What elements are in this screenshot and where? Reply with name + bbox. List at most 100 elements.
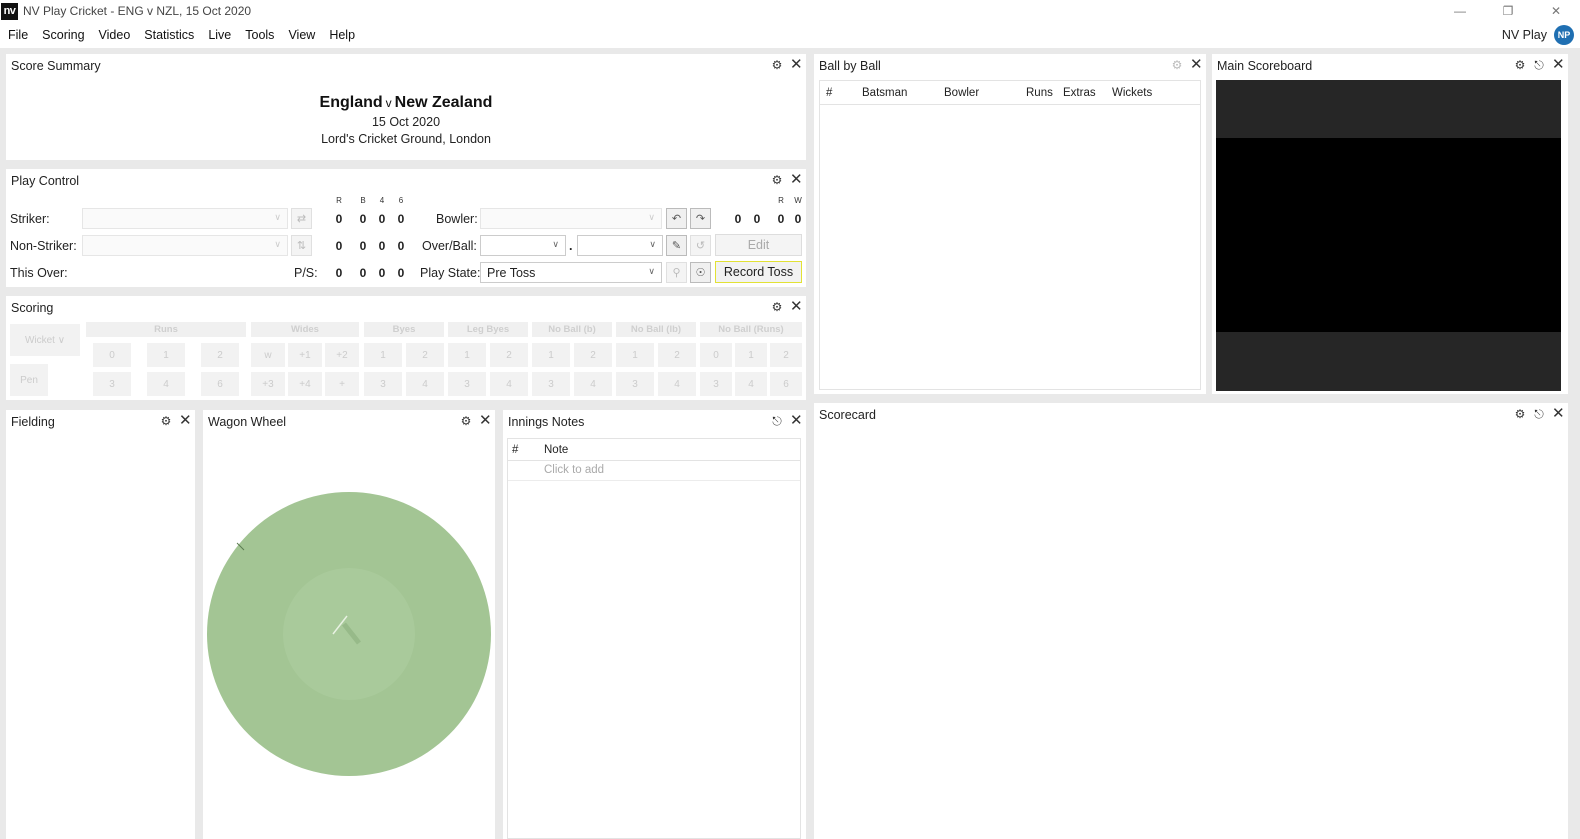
nonstriker-select[interactable]: ∨ (82, 235, 288, 256)
runs-6-button[interactable]: 6 (201, 372, 239, 396)
close-icon[interactable]: ✕ (790, 299, 803, 314)
runs-4-button[interactable]: 4 (147, 372, 185, 396)
noball-runs-0-button[interactable]: 0 (700, 343, 732, 367)
noball-runs-1-button[interactable]: 1 (735, 343, 767, 367)
noball-lb-3-button[interactable]: 3 (616, 372, 654, 396)
gear-icon[interactable]: ⚙ (1514, 58, 1526, 72)
team-home: England (319, 94, 383, 111)
record-toss-button[interactable]: Record Toss (715, 261, 802, 283)
table-header: # Note (508, 439, 800, 461)
edit-button[interactable]: Edit (715, 234, 802, 256)
noball-b-3-button[interactable]: 3 (532, 372, 570, 396)
striker-select[interactable]: ∨ (82, 208, 288, 229)
menu-file[interactable]: File (0, 28, 35, 42)
restore-icon[interactable]: ❐ (1484, 0, 1532, 22)
wicket-button[interactable]: Wicket ∨ (10, 324, 80, 356)
legbyes-1-button[interactable]: 1 (448, 343, 486, 367)
noball-lb-1-button[interactable]: 1 (616, 343, 654, 367)
avatar[interactable]: NP (1554, 25, 1574, 45)
runs-2-button[interactable]: 2 (201, 343, 239, 367)
noball-runs-3-button[interactable]: 3 (700, 372, 732, 396)
noball-b-1-button[interactable]: 1 (532, 343, 570, 367)
wide-more-button[interactable]: + (325, 372, 359, 396)
legbyes-3-button[interactable]: 3 (448, 372, 486, 396)
close-icon[interactable]: ✕ (179, 413, 192, 428)
bowler-end-right-icon[interactable]: ↷ (690, 208, 711, 229)
search-icon[interactable]: ⚲ (666, 262, 687, 283)
gear-icon[interactable]: ⚙ (771, 173, 783, 187)
menu-live[interactable]: Live (201, 28, 238, 42)
menu-statistics[interactable]: Statistics (137, 28, 201, 42)
coin-toss-icon[interactable]: ☉ (690, 262, 711, 283)
close-icon[interactable]: ✕ (790, 413, 803, 428)
noball-lb-2-button[interactable]: 2 (658, 343, 696, 367)
close-icon[interactable]: ✕ (1190, 57, 1203, 72)
close-icon[interactable]: ✕ (1532, 0, 1580, 22)
noball-b-2-button[interactable]: 2 (574, 343, 612, 367)
wide-button[interactable]: w (251, 343, 285, 367)
swap-batsmen-icon[interactable]: ⇄ (291, 208, 312, 229)
bowler-select[interactable]: ∨ (480, 208, 662, 229)
add-note-placeholder[interactable]: Click to add (544, 464, 604, 476)
minimize-icon[interactable]: — (1436, 0, 1484, 22)
penalty-button[interactable]: Pen (10, 364, 48, 396)
pin-icon[interactable]: ⎋ (1533, 58, 1545, 72)
ball-select[interactable]: ∨ (577, 235, 663, 256)
runs-0-button[interactable]: 0 (93, 343, 131, 367)
gear-icon[interactable]: ⚙ (1171, 58, 1183, 72)
panel-title: Scorecard (819, 408, 876, 422)
edit-note-icon[interactable]: ✎ (666, 235, 687, 256)
wide-plus3-button[interactable]: +3 (251, 372, 285, 396)
menu-tools[interactable]: Tools (238, 28, 281, 42)
add-note-row[interactable]: Click to add (508, 461, 800, 481)
byes-2-button[interactable]: 2 (406, 343, 444, 367)
panel-title: Score Summary (11, 59, 101, 73)
byes-4-button[interactable]: 4 (406, 372, 444, 396)
playstate-select[interactable]: Pre Toss ∨ (480, 262, 662, 283)
pin-icon[interactable]: ⎋ (771, 414, 783, 428)
wide-plus1-button[interactable]: +1 (288, 343, 322, 367)
bowler-label: Bowler: (436, 212, 478, 226)
gear-icon[interactable]: ⚙ (1514, 407, 1526, 421)
legbyes-group-label: Leg Byes (448, 322, 528, 337)
over-select[interactable]: ∨ (480, 235, 566, 256)
gear-icon[interactable]: ⚙ (771, 58, 783, 72)
gear-icon[interactable]: ⚙ (771, 300, 783, 314)
scoreboard-display (1216, 80, 1561, 391)
wagon-wheel-field[interactable] (207, 492, 491, 776)
innings-notes-panel: Innings Notes ⎋ ✕ # Note Click to add (503, 410, 806, 839)
runs-3-button[interactable]: 3 (93, 372, 131, 396)
nonstriker-runs: 0 (335, 239, 343, 253)
legbyes-2-button[interactable]: 2 (490, 343, 528, 367)
close-icon[interactable]: ✕ (1552, 406, 1565, 421)
account-menu[interactable]: NV Play NP (1502, 22, 1574, 48)
swap-ends-icon[interactable]: ⇅ (291, 235, 312, 256)
wide-plus4-button[interactable]: +4 (288, 372, 322, 396)
noball-b-4-button[interactable]: 4 (574, 372, 612, 396)
undo-icon[interactable]: ↺ (690, 235, 711, 256)
menu-help[interactable]: Help (322, 28, 362, 42)
close-icon[interactable]: ✕ (790, 57, 803, 72)
noball-runs-4-button[interactable]: 4 (735, 372, 767, 396)
nonstriker-sixes: 0 (397, 239, 405, 253)
close-icon[interactable]: ✕ (479, 413, 492, 428)
runs-1-button[interactable]: 1 (147, 343, 185, 367)
noball-lb-4-button[interactable]: 4 (658, 372, 696, 396)
menu-video[interactable]: Video (92, 28, 138, 42)
byes-1-button[interactable]: 1 (364, 343, 402, 367)
wide-plus2-button[interactable]: +2 (325, 343, 359, 367)
header-fours: 4 (379, 196, 385, 205)
pin-icon[interactable]: ⎋ (1533, 407, 1545, 421)
byes-3-button[interactable]: 3 (364, 372, 402, 396)
legbyes-4-button[interactable]: 4 (490, 372, 528, 396)
bowler-end-left-icon[interactable]: ↶ (666, 208, 687, 229)
gear-icon[interactable]: ⚙ (460, 414, 472, 428)
noball-runs-2-button[interactable]: 2 (770, 343, 802, 367)
menu-scoring[interactable]: Scoring (35, 28, 91, 42)
menu-view[interactable]: View (281, 28, 322, 42)
column-header: Note (544, 443, 569, 456)
close-icon[interactable]: ✕ (1552, 57, 1565, 72)
gear-icon[interactable]: ⚙ (160, 414, 172, 428)
noball-runs-6-button[interactable]: 6 (770, 372, 802, 396)
close-icon[interactable]: ✕ (790, 172, 803, 187)
